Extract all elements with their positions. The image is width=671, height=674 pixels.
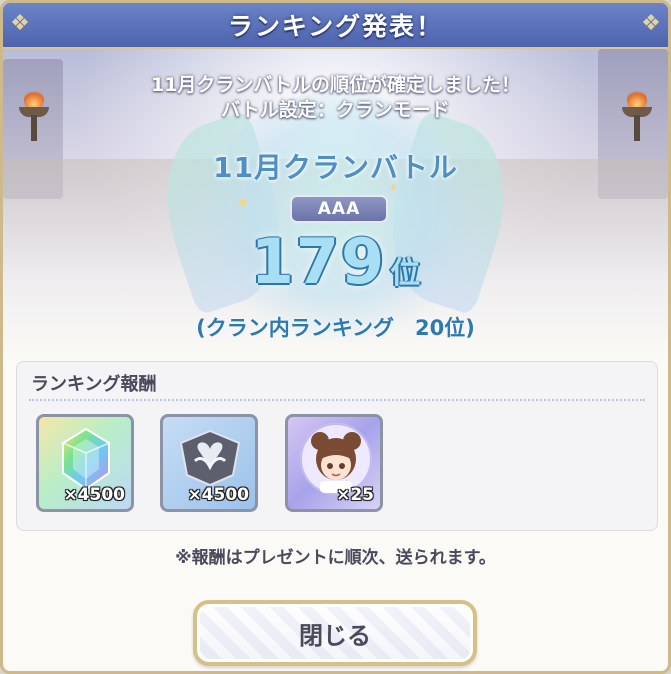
reward-quantity: ×25 <box>336 485 374 505</box>
reward-quantity: ×4500 <box>187 485 249 505</box>
sparkle-icon: ✦ <box>388 181 399 196</box>
ornament-icon: ❖ <box>641 11 661 36</box>
reward-item-character-pieces[interactable]: ×25 <box>285 414 383 512</box>
silver-heart-stone-icon <box>179 429 241 487</box>
result-message: 11月クランバトルの順位が確定しました！ <box>150 74 520 96</box>
dialog-title: ランキング発表！ <box>227 12 444 41</box>
battle-name: 11月クランバトル <box>213 151 458 184</box>
sparkle-icon: ✦ <box>235 193 251 214</box>
rank-unit: 位 <box>390 256 421 291</box>
rank-number: 179 <box>250 225 387 298</box>
clan-rank-display: 179 位 <box>3 225 668 298</box>
close-button[interactable]: 閉じる <box>193 600 477 666</box>
ranking-dialog: ❖ ランキング発表！ ❖ 11月クランバトルの順位が確定しました！ バトル設定：… <box>0 0 671 674</box>
reward-item-heart-stones[interactable]: ×4500 <box>160 414 258 512</box>
reward-title: ランキング報酬 <box>31 374 157 395</box>
divider <box>29 399 645 401</box>
title-bar: ❖ ランキング発表！ ❖ <box>3 3 668 49</box>
battle-setting: バトル設定：クランモード <box>221 99 450 121</box>
intra-clan-rank: (クラン内ランキング 20位) <box>196 316 475 340</box>
ornament-icon: ❖ <box>10 11 30 36</box>
reward-notice: ※報酬はプレゼントに順次、送られます。 <box>175 548 496 568</box>
grade-badge: AAA <box>290 195 388 223</box>
reward-panel: ランキング報酬 ×4500 ×4500 ×25 <box>16 361 658 531</box>
reward-item-gems[interactable]: ×4500 <box>36 414 134 512</box>
reward-quantity: ×4500 <box>63 485 125 505</box>
rainbow-gem-icon <box>62 427 110 491</box>
